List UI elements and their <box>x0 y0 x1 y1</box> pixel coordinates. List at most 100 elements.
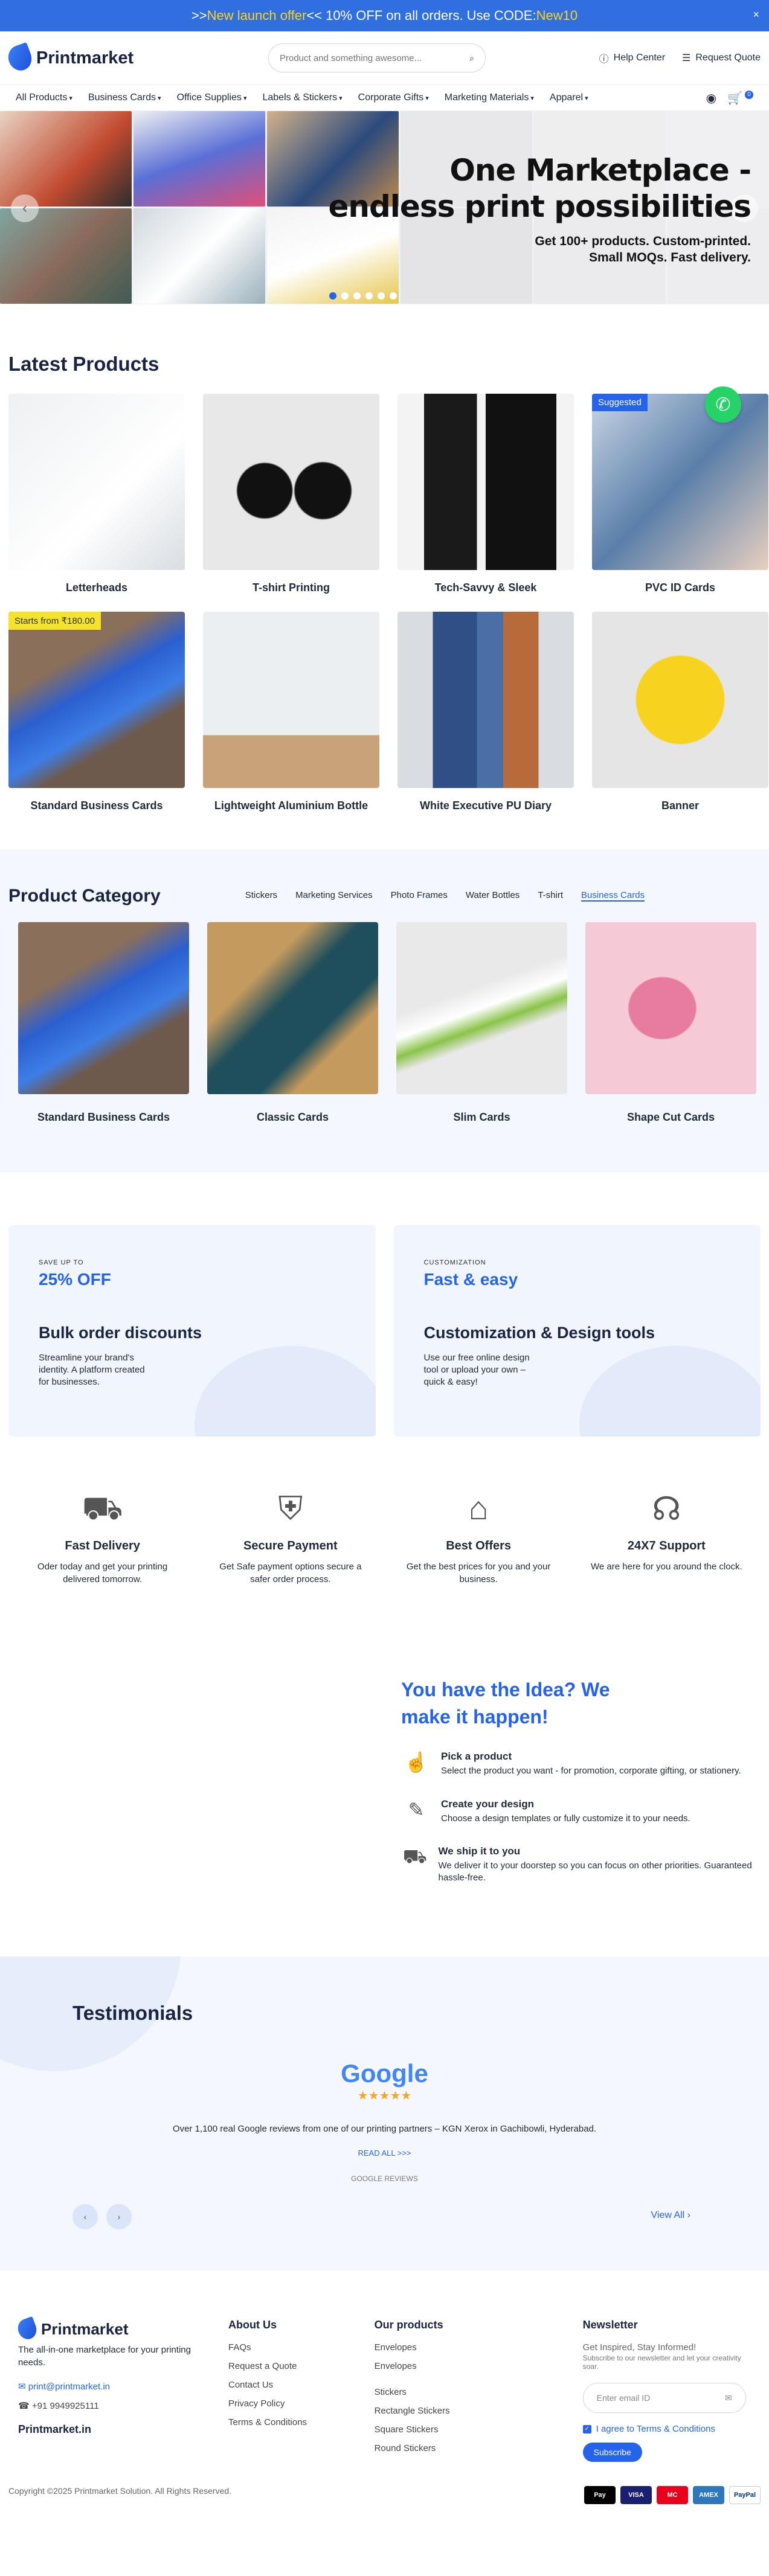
product-card[interactable]: Banner <box>592 612 768 813</box>
carousel-dot[interactable] <box>329 292 336 300</box>
footer-phone: +91 9949925111 <box>31 2400 99 2411</box>
footer-link-terms[interactable]: Terms & Conditions <box>228 2417 375 2427</box>
hero-subtitle-line1: Get 100+ products. Custom-printed. <box>535 234 751 248</box>
brand-name: Printmarket <box>36 48 134 68</box>
mastercard-icon: MC <box>657 2486 688 2505</box>
product-name: White Executive PU Diary <box>419 799 552 812</box>
delivery-icon: ⛟ <box>402 1845 427 1867</box>
brand-logo[interactable]: Printmarket <box>4 42 190 74</box>
nav-labels-stickers[interactable]: Labels & Stickers <box>262 92 342 103</box>
product-card[interactable]: Lightweight Aluminium Bottle <box>203 612 379 813</box>
help-center-link[interactable]: ⓘ Help Center <box>599 51 665 65</box>
step-item: ⛟ We ship it to you We deliver it to your … <box>401 1845 769 1885</box>
feature-item: ⌂ Best Offers Get the best prices for you … <box>397 1490 560 1586</box>
search-icon[interactable]: ⌕ <box>469 53 474 63</box>
product-image: Starts from ₹180.00 <box>8 612 185 789</box>
category-name: Shape Cut Cards <box>626 1110 715 1123</box>
review-summary: Over 1,100 real Google reviews from one … <box>172 2124 597 2135</box>
subscribe-button[interactable]: Subscribe <box>582 2443 642 2462</box>
promo-card-kicker: SAVE UP TO <box>39 1258 84 1266</box>
site-header: Printmarket ⌕ ⓘ Help Center ☰ Request Quot… <box>0 31 769 85</box>
nav-all-products[interactable]: All Products <box>16 92 72 103</box>
nav-business-cards[interactable]: Business Cards <box>88 92 161 103</box>
carousel-dot[interactable] <box>341 292 349 300</box>
tab-water-bottles[interactable]: Water Bottles <box>466 890 520 902</box>
nav-office-supplies[interactable]: Office Supplies <box>177 92 247 103</box>
copyright-bar: Copyright ©2025 Printmarket Solution. Al… <box>0 2486 769 2517</box>
carousel-dot[interactable] <box>365 292 373 300</box>
footer-email: print@printmarket.in <box>28 2381 111 2392</box>
tab-stickers[interactable]: Stickers <box>245 890 277 902</box>
footer-logo[interactable]: Printmarket <box>15 2316 228 2342</box>
cart-icon[interactable]: 🛒 <box>727 91 742 106</box>
product-card[interactable]: White Executive PU Diary <box>397 612 574 813</box>
product-card[interactable]: Tech-Savvy & Sleek <box>397 394 574 595</box>
footer-link-request-quote[interactable]: Request a Quote <box>228 2361 375 2371</box>
help-icon: ⓘ <box>599 54 609 65</box>
logo-icon <box>15 2316 39 2342</box>
prev-arrow-icon[interactable]: ‹ <box>72 2204 98 2230</box>
product-card[interactable]: Letterheads <box>8 394 185 595</box>
category-name: Classic Cards <box>256 1110 329 1123</box>
footer-email-link[interactable]: ✉ print@printmarket.in <box>18 2381 228 2392</box>
testimonials-section: Testimonials Google ★★★★★ Over 1,100 rea… <box>0 1956 769 2271</box>
footer-product-link[interactable]: Envelopes <box>375 2361 583 2371</box>
view-all-link[interactable]: View All › <box>651 2210 690 2221</box>
promo-text: << 10% OFF on all orders. Use CODE: <box>306 8 536 23</box>
category-card[interactable]: Standard Business Cards <box>18 921 189 1124</box>
promo-card-title: Customization & Design tools <box>423 1323 655 1342</box>
site-footer: Printmarket The all-in-one marketplace f… <box>0 2270 769 2486</box>
about-title: About Us <box>228 2319 277 2331</box>
step-desc: We deliver it to your doorstep so you ca… <box>438 1860 752 1883</box>
footer-product-link[interactable]: Rectangle Stickers <box>375 2406 583 2416</box>
nav-corporate-gifts[interactable]: Corporate Gifts <box>358 92 429 103</box>
product-name: Standard Business Cards <box>30 799 163 812</box>
footer-link-contact[interactable]: Contact Us <box>228 2380 375 2390</box>
category-card[interactable]: Slim Cards <box>396 921 567 1124</box>
next-arrow-icon[interactable]: › <box>106 2204 132 2230</box>
footer-product-link[interactable]: Square Stickers <box>375 2424 583 2435</box>
agree-checkbox[interactable]: ✓ I agree to Terms & Conditions <box>582 2424 751 2435</box>
hero-carousel: ‹ › One Marketplace - endless print possi… <box>0 111 769 304</box>
footer-product-link[interactable]: Round Stickers <box>375 2443 583 2453</box>
category-card[interactable]: Shape Cut Cards <box>585 921 756 1124</box>
tab-business-cards[interactable]: Business Cards <box>581 890 645 902</box>
carousel-dot[interactable] <box>378 292 385 300</box>
search-input[interactable] <box>280 53 470 63</box>
tab-marketing-services[interactable]: Marketing Services <box>295 890 373 902</box>
account-icon[interactable]: ◉ <box>706 91 716 106</box>
hero-prev-arrow-icon[interactable]: ‹ <box>11 194 39 222</box>
carousel-dot[interactable] <box>390 292 397 300</box>
newsletter-email-field[interactable]: Enter email ID ✉ <box>582 2383 746 2414</box>
footer-product-link[interactable]: Envelopes <box>375 2342 583 2353</box>
footer-link-faqs[interactable]: FAQs <box>228 2342 375 2353</box>
promo-card-kicker: CUSTOMIZATION <box>423 1258 486 1266</box>
footer-link-privacy[interactable]: Privacy Policy <box>228 2398 375 2409</box>
pointer-icon: ☝ <box>404 1751 428 1773</box>
product-card[interactable]: Suggested PVC ID Cards <box>592 394 768 595</box>
testimonials-title: Testimonials <box>72 2002 193 2025</box>
tab-t-shirt[interactable]: T-shirt <box>538 890 563 902</box>
hero-subtitle-line2: Small MOQs. Fast delivery. <box>588 251 751 265</box>
whatsapp-chat-icon[interactable]: ✆ <box>705 386 741 423</box>
close-icon[interactable]: × <box>753 8 759 21</box>
product-card[interactable]: T-shirt Printing <box>203 394 379 595</box>
agree-label: I agree to Terms & Conditions <box>596 2424 715 2435</box>
list-icon: ☰ <box>682 53 691 63</box>
idea-title-line2: make it happen! <box>401 1705 549 1728</box>
feature-title: 24X7 Support <box>627 1539 706 1552</box>
product-card[interactable]: Starts from ₹180.00 Standard Business Car… <box>8 612 185 813</box>
mail-icon: ✉ <box>18 2381 28 2392</box>
decorative-circle <box>579 1345 761 1437</box>
tab-photo-frames[interactable]: Photo Frames <box>391 890 448 902</box>
nav-apparel[interactable]: Apparel <box>550 92 588 103</box>
carousel-dot[interactable] <box>353 292 361 300</box>
footer-phone-link[interactable]: ☎ +91 9949925111 <box>18 2400 228 2411</box>
hero-image <box>0 208 132 304</box>
category-card[interactable]: Classic Cards <box>207 921 378 1124</box>
hero-image <box>134 208 265 304</box>
nav-marketing-materials[interactable]: Marketing Materials <box>445 92 534 103</box>
request-quote-link[interactable]: ☰ Request Quote <box>682 51 761 65</box>
footer-product-link[interactable]: Stickers <box>375 2387 583 2397</box>
read-all-link[interactable]: READ ALL >>> <box>0 2148 769 2158</box>
